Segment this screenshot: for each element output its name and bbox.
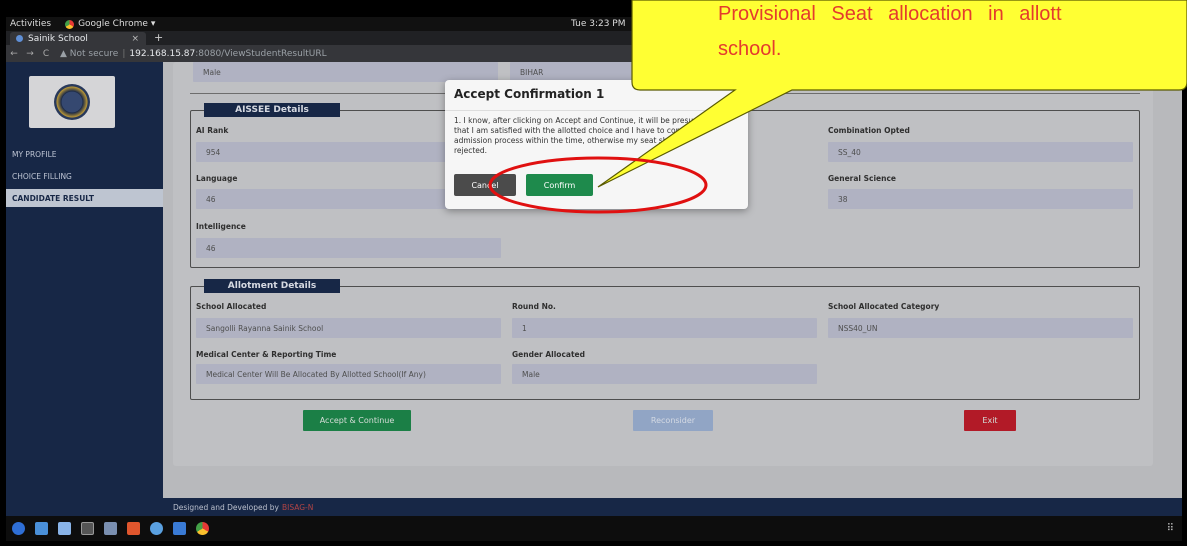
app-menu[interactable]: Google Chrome ▾ [65, 19, 155, 29]
window-icon[interactable] [104, 522, 117, 535]
back-icon[interactable]: ← [6, 49, 22, 59]
reload-icon[interactable]: C [38, 49, 54, 59]
modal-title: Accept Confirmation 1 [454, 87, 605, 101]
url-host: 192.168.15.87 [129, 48, 196, 59]
app-icon[interactable] [173, 522, 186, 535]
url-path: :8080/ViewStudentResultURL [195, 48, 327, 59]
office-icon[interactable] [127, 522, 140, 535]
callout-line-2: school. [718, 38, 782, 60]
files-icon[interactable] [35, 522, 48, 535]
app-name: Google Chrome ▾ [78, 19, 156, 29]
folder-icon[interactable] [58, 522, 71, 535]
security-indicator[interactable]: ▲ Not secure [60, 49, 118, 59]
accept-confirmation-modal: Accept Confirmation 1 1. I know, after c… [445, 80, 748, 209]
close-tab-icon[interactable]: × [131, 34, 139, 44]
activities-button[interactable]: Activities [10, 19, 51, 29]
chrome-taskbar-icon[interactable] [196, 522, 209, 535]
modal-confirm-button[interactable]: Confirm [526, 174, 593, 196]
favicon-icon [16, 35, 23, 42]
network-icon[interactable] [150, 522, 163, 535]
browser-tab[interactable]: Sainik School × [10, 32, 146, 45]
clock[interactable]: Tue 3:23 PM [571, 19, 626, 29]
callout-text: Provisional Seat allocation in allott sc… [715, 0, 1187, 64]
callout-line-1: Provisional Seat allocation in allott [718, 3, 1062, 25]
modal-cancel-button[interactable]: Cancel [454, 174, 516, 196]
start-icon[interactable] [12, 522, 25, 535]
app-grid-icon[interactable]: ⠿ [1167, 523, 1174, 534]
terminal-icon[interactable] [81, 522, 94, 535]
os-taskbar: ⠿ [6, 516, 1182, 541]
chrome-icon [65, 19, 75, 29]
forward-icon[interactable]: → [22, 49, 38, 59]
new-tab-icon[interactable]: + [154, 31, 163, 44]
url-field[interactable]: ▲ Not secure | 192.168.15.87 :8080/ViewS… [60, 47, 327, 60]
tab-title: Sainik School [28, 33, 88, 44]
modal-message: 1. I know, after clicking on Accept and … [454, 116, 710, 155]
modal-divider [445, 110, 748, 111]
